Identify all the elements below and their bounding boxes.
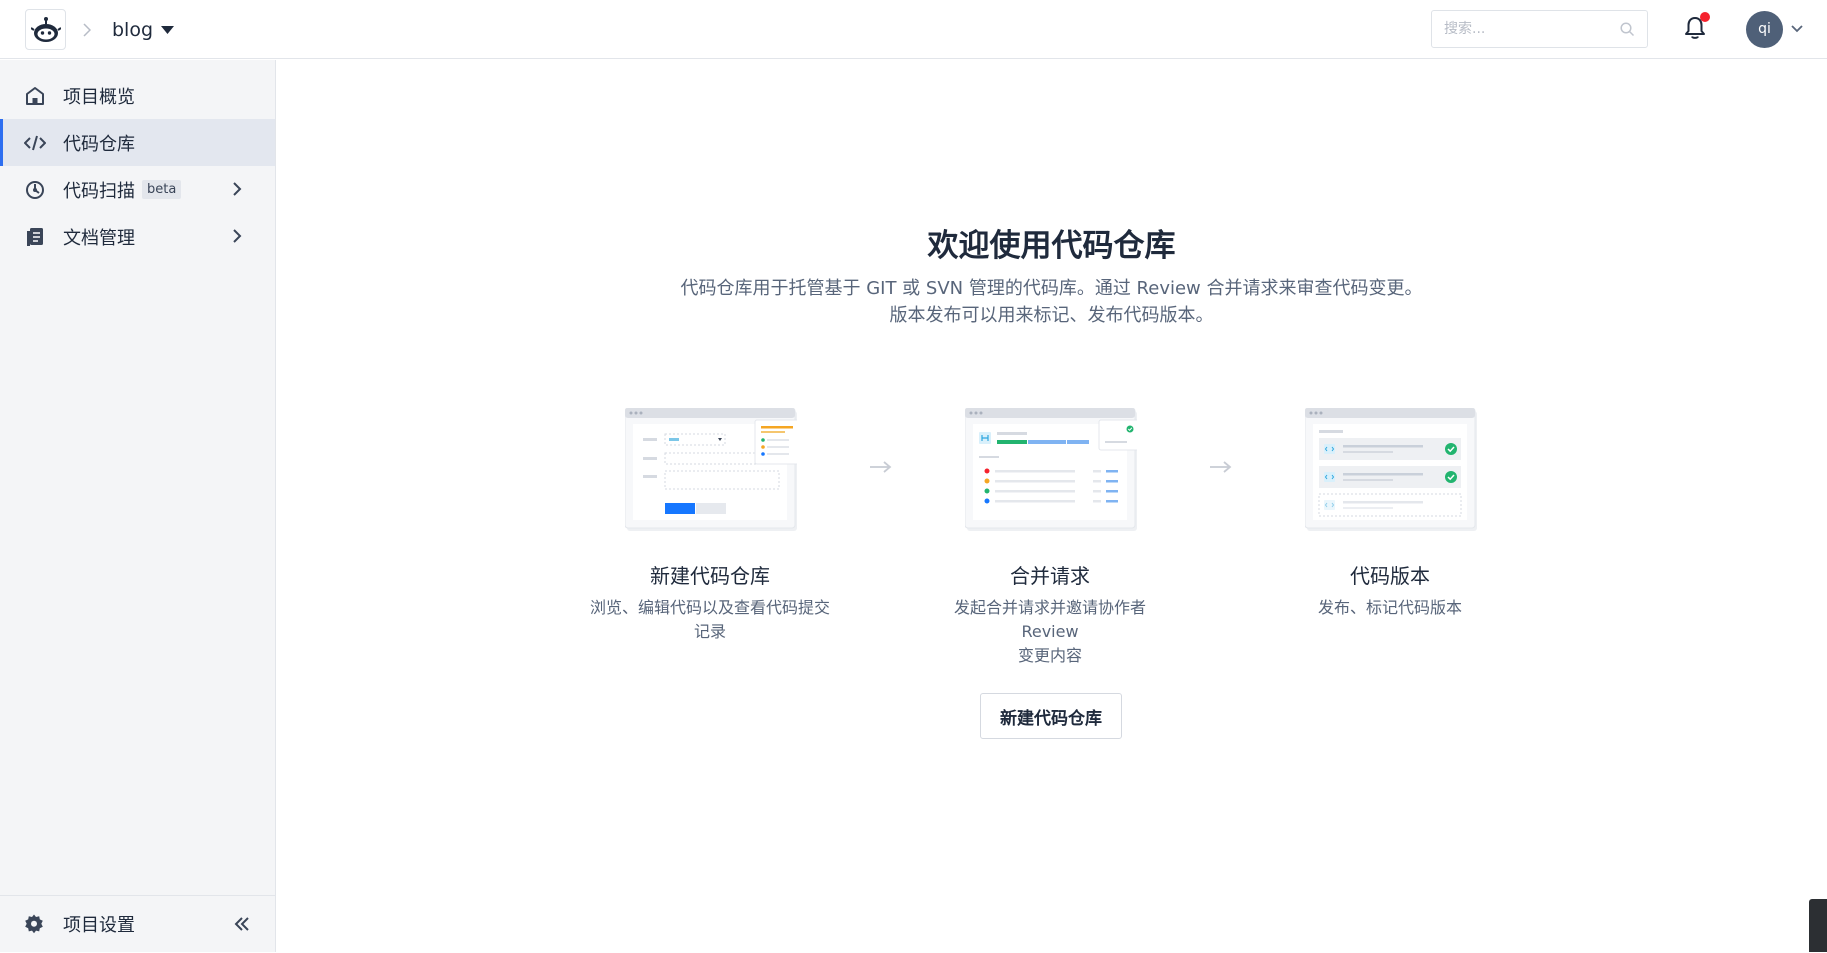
code-icon — [24, 132, 46, 154]
chevron-right-icon — [233, 182, 242, 196]
scroll-handle[interactable] — [1809, 899, 1827, 952]
sidebar-item-overview[interactable]: 项目概览 — [0, 72, 275, 119]
chevron-right-icon — [233, 229, 242, 243]
step-title: 合并请求 — [1010, 564, 1090, 588]
main-content: 欢迎使用代码仓库 代码仓库用于托管基于 GIT 或 SVN 管理的代码库。通过 … — [276, 60, 1827, 952]
step-description-line: 记录 — [693, 622, 726, 641]
sidebar-item-label: 文档管理 — [63, 227, 135, 249]
sidebar-item-repository[interactable]: 代码仓库 — [0, 119, 275, 166]
sidebar: 项目概览 代码仓库 代码扫描 beta 文档管理 项目设置 — [0, 60, 276, 952]
step-description-line: 发布、标记代码版本 — [1317, 598, 1462, 617]
search-icon[interactable] — [1620, 22, 1635, 37]
beta-badge: beta — [142, 180, 182, 199]
description-line: 版本发布可以用来标记、发布代码版本。 — [889, 305, 1214, 326]
search-input[interactable] — [1444, 19, 1614, 39]
step-description-line: 变更内容 — [1017, 646, 1082, 665]
avatar[interactable]: qi — [1746, 10, 1783, 48]
step-title: 代码版本 — [1350, 564, 1430, 588]
notification-button[interactable] — [1684, 12, 1710, 44]
notification-dot — [1700, 12, 1710, 22]
code-version-illustration — [1305, 408, 1477, 531]
create-repository-button[interactable]: 新建代码仓库 — [980, 693, 1122, 739]
gear-icon — [24, 914, 44, 938]
home-icon — [24, 85, 46, 107]
project-name: blog — [112, 19, 154, 41]
arrow-right-icon — [1210, 461, 1232, 473]
breadcrumb-separator-icon — [80, 20, 94, 40]
sidebar-item-settings[interactable]: 项目设置 — [0, 896, 210, 953]
arrow-right-icon — [870, 461, 892, 473]
step-description-line: 发起合并请求并邀请协作者 Review — [953, 598, 1146, 641]
sidebar-item-label: 代码扫描 — [63, 180, 135, 202]
sidebar-item-docs[interactable]: 文档管理 — [0, 213, 275, 260]
document-icon — [24, 226, 46, 248]
caret-down-icon — [161, 26, 175, 34]
project-switcher[interactable]: blog — [112, 16, 175, 44]
user-menu[interactable]: qi — [1746, 10, 1803, 48]
collapse-sidebar-button[interactable] — [231, 913, 253, 935]
description-line: 代码仓库用于托管基于 GIT 或 SVN 管理的代码库。通过 Review 合并… — [680, 278, 1423, 299]
top-bar: blog qi — [0, 0, 1827, 59]
step-description: 浏览、编辑代码以及查看代码提交 记录 — [590, 596, 830, 644]
double-chevron-left-icon — [234, 917, 249, 931]
sidebar-item-label: 项目概览 — [63, 86, 135, 108]
search-box[interactable] — [1431, 10, 1648, 48]
chevron-down-icon — [1791, 25, 1803, 33]
page-description: 代码仓库用于托管基于 GIT 或 SVN 管理的代码库。通过 Review 合并… — [276, 275, 1827, 329]
sidebar-item-label: 代码仓库 — [63, 133, 135, 155]
merge-request-illustration — [965, 408, 1137, 531]
scan-icon — [24, 179, 46, 201]
step-description-line: 浏览、编辑代码以及查看代码提交 — [590, 598, 831, 617]
sidebar-item-code-scan[interactable]: 代码扫描 beta — [0, 166, 275, 213]
logo-icon — [30, 16, 61, 42]
settings-label: 项目设置 — [63, 915, 135, 936]
step-description: 发布、标记代码版本 — [1270, 596, 1510, 620]
step-title: 新建代码仓库 — [650, 564, 770, 588]
page-title: 欢迎使用代码仓库 — [927, 228, 1176, 264]
logo-button[interactable] — [25, 9, 66, 50]
new-repository-illustration — [625, 408, 797, 531]
step-description: 发起合并请求并邀请协作者 Review 变更内容 — [930, 596, 1170, 668]
sidebar-footer: 项目设置 — [0, 895, 275, 952]
